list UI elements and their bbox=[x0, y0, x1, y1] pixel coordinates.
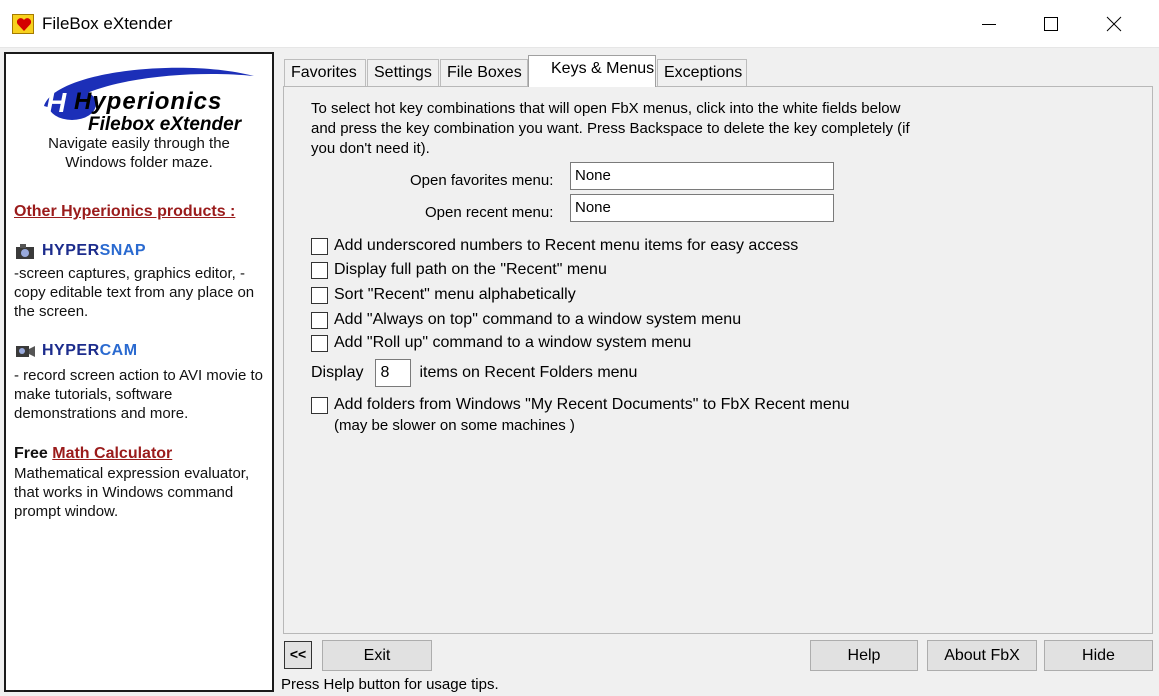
navigate-description: Navigate easily through the Windows fold… bbox=[48, 135, 230, 171]
math-description: Mathematical expression evaluator, that … bbox=[14, 465, 250, 520]
roll-up-checkbox[interactable] bbox=[311, 334, 328, 352]
camera-icon bbox=[16, 244, 34, 259]
hypersnap-name-a: HYPER bbox=[42, 242, 100, 259]
about-button[interactable]: About FbX bbox=[927, 640, 1037, 671]
display-label: Display bbox=[311, 364, 364, 381]
title-bar: FileBox eXtender bbox=[0, 0, 1159, 48]
collapse-panel-button[interactable]: << bbox=[284, 641, 312, 669]
tab-file-boxes[interactable]: File Boxes bbox=[440, 59, 528, 87]
recent-count-row: Display 8 items on Recent Folders menu bbox=[311, 359, 637, 387]
sort-recent-label: Sort "Recent" menu alphabetically bbox=[334, 286, 576, 303]
math-calculator-line: Free Math Calculator bbox=[14, 444, 172, 463]
always-on-top-option[interactable]: Add "Always on top" command to a window … bbox=[311, 311, 741, 329]
close-button[interactable] bbox=[1085, 0, 1143, 48]
maximize-icon bbox=[1044, 17, 1058, 31]
always-on-top-label: Add "Always on top" command to a window … bbox=[334, 311, 742, 328]
sort-recent-checkbox[interactable] bbox=[311, 286, 328, 304]
underscored-numbers-checkbox[interactable] bbox=[311, 237, 328, 255]
svg-text:H: H bbox=[46, 87, 67, 118]
window-title: FileBox eXtender bbox=[42, 14, 173, 33]
keys-menus-panel: To select hot key combinations that will… bbox=[283, 86, 1153, 634]
hypercam-link[interactable]: HYPER CAM bbox=[14, 340, 138, 362]
intro-text: To select hot key combinations that will… bbox=[311, 100, 910, 157]
status-bar: Press Help button for usage tips. bbox=[281, 676, 499, 693]
recent-menu-label: Open recent menu: bbox=[425, 204, 554, 221]
minimize-icon bbox=[982, 24, 996, 25]
roll-up-label: Add "Roll up" command to a window system… bbox=[334, 334, 692, 351]
maximize-button[interactable] bbox=[1022, 0, 1080, 48]
exit-button[interactable]: Exit bbox=[322, 640, 432, 671]
app-heart-icon bbox=[12, 14, 34, 34]
hypersnap-description: -screen captures, graphics editor, - cop… bbox=[14, 265, 255, 320]
always-on-top-checkbox[interactable] bbox=[311, 311, 328, 329]
close-icon bbox=[1106, 16, 1122, 32]
video-camera-icon bbox=[16, 346, 35, 357]
hypersnap-name-b: SNAP bbox=[99, 242, 147, 259]
recent-hotkey-field[interactable]: None bbox=[570, 194, 834, 222]
logo-title: Hyperionics bbox=[74, 88, 223, 115]
favorites-hotkey-field[interactable]: None bbox=[570, 162, 834, 190]
logo-subtitle: Filebox eXtender bbox=[88, 114, 242, 135]
free-label: Free bbox=[14, 445, 48, 462]
minimize-button[interactable] bbox=[960, 0, 1018, 48]
hyperionics-logo: H Hyperionics Filebox eXtender bbox=[36, 62, 256, 140]
hypercam-name-b: CAM bbox=[99, 342, 138, 359]
tab-exceptions[interactable]: Exceptions bbox=[657, 59, 747, 87]
full-path-option[interactable]: Display full path on the "Recent" menu bbox=[311, 261, 607, 279]
recent-documents-option[interactable]: Add folders from Windows "My Recent Docu… bbox=[311, 396, 850, 414]
underscored-numbers-label: Add underscored numbers to Recent menu i… bbox=[334, 237, 799, 254]
help-button[interactable]: Help bbox=[810, 640, 918, 671]
tab-keys-menus[interactable]: Keys & Menus bbox=[528, 55, 656, 87]
recent-count-field[interactable]: 8 bbox=[375, 359, 412, 387]
full-path-checkbox[interactable] bbox=[311, 261, 328, 279]
other-products-link[interactable]: Other Hyperionics products : bbox=[14, 202, 235, 221]
sort-recent-option[interactable]: Sort "Recent" menu alphabetically bbox=[311, 286, 576, 304]
math-calculator-link[interactable]: Math Calculator bbox=[52, 445, 172, 462]
tab-favorites[interactable]: Favorites bbox=[284, 59, 366, 87]
underscored-numbers-option[interactable]: Add underscored numbers to Recent menu i… bbox=[311, 237, 798, 255]
favorites-menu-label: Open favorites menu: bbox=[410, 172, 554, 189]
hypersnap-link[interactable]: HYPER SNAP bbox=[14, 240, 146, 262]
full-path-label: Display full path on the "Recent" menu bbox=[334, 261, 607, 278]
recent-documents-note: (may be slower on some machines ) bbox=[334, 417, 575, 434]
roll-up-option[interactable]: Add "Roll up" command to a window system… bbox=[311, 334, 691, 352]
hypercam-name-a: HYPER bbox=[42, 342, 100, 359]
hide-button[interactable]: Hide bbox=[1044, 640, 1153, 671]
recent-documents-label: Add folders from Windows "My Recent Docu… bbox=[334, 396, 850, 413]
tab-settings[interactable]: Settings bbox=[367, 59, 439, 87]
hypercam-description: - record screen action to AVI movie to m… bbox=[14, 367, 264, 422]
left-info-panel: H Hyperionics Filebox eXtender Navigate … bbox=[4, 52, 274, 692]
recent-documents-checkbox[interactable] bbox=[311, 396, 328, 414]
display-suffix-label: items on Recent Folders menu bbox=[419, 364, 638, 381]
